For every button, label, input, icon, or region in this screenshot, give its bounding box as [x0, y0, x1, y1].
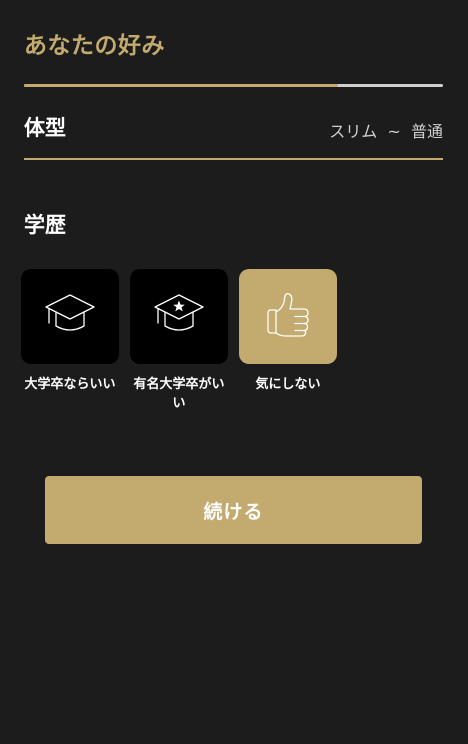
education-option-famous-university[interactable]: 有名大学卒がいい [130, 269, 228, 413]
graduation-cap-icon [44, 292, 96, 342]
body-type-label: 体型 [24, 116, 66, 140]
education-option-university[interactable]: 大学卒ならいい [21, 269, 119, 394]
body-type-value[interactable]: スリム ~ 普通 [329, 118, 443, 142]
education-section-title: 学歴 [24, 213, 66, 237]
education-option-dont-care[interactable]: 気にしない [239, 269, 337, 394]
education-option-label: 気にしない [255, 377, 321, 392]
progress-bar [24, 84, 443, 87]
education-option-card[interactable] [130, 269, 228, 364]
education-option-card[interactable] [21, 269, 119, 364]
continue-button[interactable]: 続ける [45, 476, 422, 544]
preferences-screen: あなたの好み 体型 スリム ~ 普通 学歴 大学卒ならいい 有名大学卒がいい 気… [0, 0, 468, 744]
graduation-cap-star-icon [153, 292, 205, 342]
thumbs-up-icon [264, 291, 312, 343]
body-type-row[interactable]: 体型 スリム ~ 普通 [24, 108, 443, 160]
education-option-label: 有名大学卒がいい [133, 377, 225, 411]
education-option-label: 大学卒ならいい [24, 377, 116, 392]
page-title: あなたの好み [24, 33, 165, 59]
progress-bar-fill [24, 84, 339, 87]
education-option-card-selected[interactable] [239, 269, 337, 364]
